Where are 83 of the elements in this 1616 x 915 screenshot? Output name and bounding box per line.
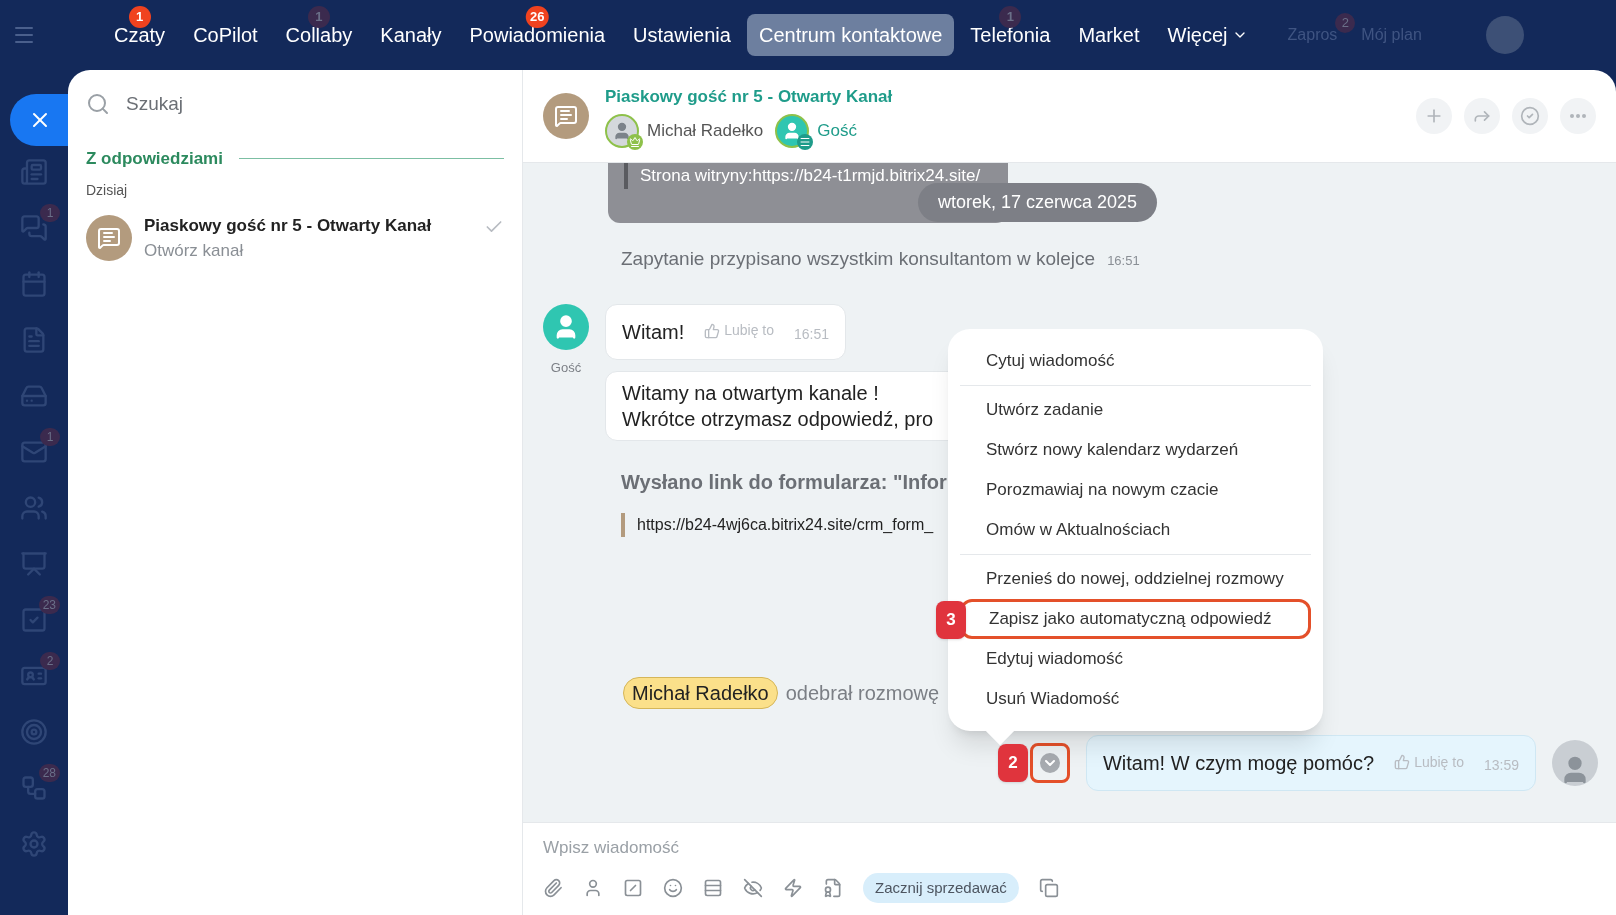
section-title: Z odpowiedziami — [86, 148, 223, 170]
message-time: 16:51 — [1107, 252, 1140, 270]
search-field[interactable]: Szukaj — [126, 89, 371, 119]
more-icon — [1570, 114, 1586, 118]
file-icon[interactable] — [823, 877, 843, 898]
menu-item[interactable]: Przenieś do nowej, oddzielnej rozmowy — [960, 559, 1311, 599]
count-badge: 2 — [40, 652, 60, 670]
chat-icon — [97, 226, 121, 250]
message-time: 16:51 — [794, 324, 830, 344]
group-label: Dzisiaj — [85, 180, 129, 200]
settings-icon[interactable] — [20, 830, 48, 858]
participant-name[interactable]: Michał Radełko — [647, 118, 764, 144]
lightning-icon[interactable] — [783, 877, 803, 898]
thumbs-up-icon — [704, 322, 721, 339]
menu-item[interactable]: Edytuj wiadomość — [960, 639, 1311, 679]
nav-tab[interactable]: CoPilot — [181, 14, 270, 56]
people-icon[interactable] — [20, 494, 48, 522]
slash-icon[interactable] — [623, 877, 643, 898]
date-pill: wtorek, 17 czerwca 2025 — [918, 183, 1158, 222]
complete-button[interactable] — [1512, 98, 1548, 134]
forward-button[interactable] — [1464, 98, 1500, 134]
message-text: Witam! — [622, 319, 685, 345]
step-marker: 3 — [936, 601, 966, 639]
system-message: Zapytanie przypisano wszystkim konsultantom w kolejce — [621, 247, 1096, 271]
paperclip-icon[interactable] — [543, 877, 563, 898]
channel-badge-icon — [797, 133, 814, 150]
operator-name-tag: Michał Radełko — [623, 677, 778, 709]
chat-bubbles-icon[interactable] — [20, 214, 48, 242]
menu-item[interactable]: Usuń Wiadomość — [960, 679, 1311, 719]
count-badge: 1 — [128, 6, 151, 28]
nav-tab[interactable]: Więcej — [1155, 14, 1260, 56]
chat-icon — [554, 104, 578, 128]
count-badge: 26 — [526, 6, 549, 28]
nav-tab[interactable]: Ustawienia — [621, 14, 743, 56]
count-badge: 1 — [40, 204, 60, 222]
message-menu-button[interactable] — [1029, 743, 1070, 783]
check-circle-icon — [1520, 106, 1540, 126]
message-text: Witamy na otwartym kanale ! — [622, 381, 880, 406]
form-link-title: Wysłano link do formularza: "Infor — [621, 470, 947, 495]
form-link[interactable]: https://b24-4wj6ca.bitrix24.site/crm_form_ — [637, 516, 934, 533]
eye-off-icon[interactable] — [743, 877, 763, 898]
presentation-icon[interactable] — [20, 550, 48, 578]
chat-list-item[interactable]: Piaskowy gość nr 5 - Otwarty Kanał Otwórz kanał — [74, 208, 516, 268]
count-badge: 28 — [38, 764, 60, 782]
calendar-icon[interactable] — [20, 270, 48, 298]
user-avatar[interactable] — [1485, 16, 1524, 54]
menu-item[interactable]: Utwórz zadanie — [960, 390, 1311, 430]
count-badge: 23 — [38, 596, 60, 614]
message-text: Witam! W czym mogę pomóc? — [1102, 751, 1375, 776]
author-name: Gość — [550, 358, 582, 377]
menu-item[interactable]: Stwórz nowy kalendarz wydarzeń — [960, 430, 1311, 470]
chat-title: Piaskowy gość nr 5 - Otwarty Kanał — [605, 86, 893, 109]
more-button[interactable] — [1560, 98, 1596, 134]
message-input[interactable]: Wpisz wiadomość — [543, 835, 1596, 861]
rows-icon[interactable] — [703, 877, 723, 898]
system-message: odebrał rozmowę — [785, 681, 940, 706]
count-badge: 1 — [40, 428, 60, 446]
menu-item[interactable]: Omów w Aktualnościach — [960, 510, 1311, 550]
nav-tab[interactable]: Market — [1066, 14, 1152, 56]
count-badge: 1 — [307, 6, 330, 28]
menu-item[interactable]: Porozmawiaj na nowym czacie — [960, 470, 1311, 510]
message-text: Strona witryny:https://b24-t1rmjd.bitrix24.site/ — [640, 166, 981, 185]
chat-title: Piaskowy gość nr 5 - Otwarty Kanał — [144, 214, 433, 237]
start-selling-button[interactable]: Zacznij sprzedawać — [863, 872, 1019, 903]
thumbs-up-icon — [1394, 754, 1411, 770]
message-time: 13:59 — [1483, 756, 1519, 775]
menu-item[interactable]: Cytuj wiadomość — [960, 341, 1311, 381]
target-icon[interactable] — [20, 718, 48, 746]
nav-tab[interactable]: Kanały — [368, 14, 454, 56]
participant-name[interactable]: Gość — [817, 118, 857, 144]
close-button[interactable] — [10, 94, 68, 146]
person-icon[interactable] — [583, 877, 603, 898]
nav-tab[interactable]: Centrum kontaktowe — [746, 14, 955, 56]
count-badge: 2 — [1335, 13, 1356, 33]
count-badge: 1 — [999, 6, 1022, 28]
message-text: Wkrótce otrzymasz odpowiedź, pro — [622, 407, 935, 432]
windows-icon[interactable] — [1038, 877, 1059, 898]
add-button[interactable] — [1416, 98, 1452, 134]
chat-subtitle: Otwórz kanał — [144, 240, 245, 262]
search-icon — [86, 92, 110, 116]
step-marker: 2 — [997, 744, 1028, 782]
smiley-icon[interactable] — [663, 877, 683, 898]
newspaper-icon[interactable] — [20, 158, 48, 186]
